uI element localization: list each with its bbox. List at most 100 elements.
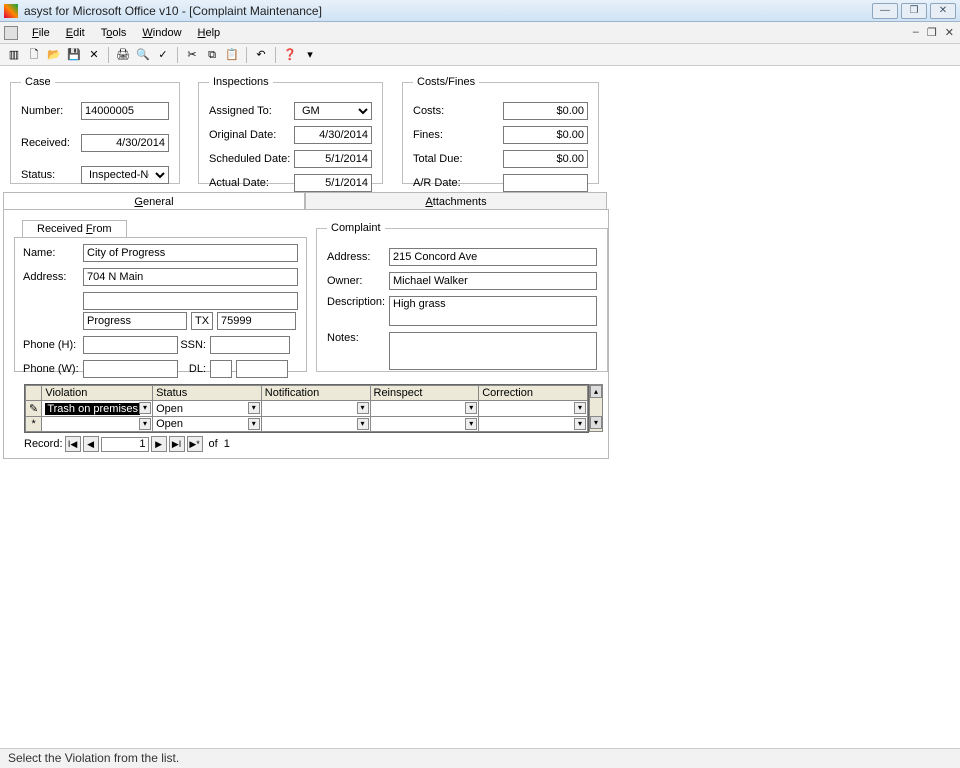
- fines-label: Fines:: [413, 129, 473, 141]
- assigned-select[interactable]: GM: [294, 102, 372, 120]
- dropdown-icon[interactable]: ▾: [357, 402, 369, 414]
- form-icon: [4, 26, 18, 40]
- dropdown-icon[interactable]: ▾: [248, 418, 260, 430]
- ar-date-input[interactable]: [503, 174, 588, 192]
- original-date-label: Original Date:: [209, 129, 294, 141]
- nav-first-icon[interactable]: I◀: [65, 436, 81, 452]
- tab-received-from[interactable]: Received From: [22, 220, 127, 237]
- copy-icon[interactable]: ⧉: [204, 47, 220, 63]
- workspace: Case Number: Received: Status: Inspected…: [0, 66, 960, 746]
- case-legend: Case: [21, 76, 55, 88]
- rf-state-input[interactable]: [191, 312, 213, 330]
- menu-help[interactable]: Help: [190, 25, 229, 41]
- dropdown-icon[interactable]: ▾: [465, 402, 477, 414]
- col-reinspect[interactable]: Reinspect: [370, 386, 479, 401]
- status-bar: Select the Violation from the list.: [0, 748, 960, 768]
- comp-desc-input[interactable]: [389, 296, 597, 326]
- dropdown-icon[interactable]: ▾: [465, 418, 477, 430]
- close-button[interactable]: ✕: [930, 3, 956, 19]
- rf-phonew-input[interactable]: [83, 360, 178, 378]
- nav-last-icon[interactable]: ▶I: [169, 436, 185, 452]
- costs-input[interactable]: [503, 102, 588, 120]
- col-notification[interactable]: Notification: [261, 386, 370, 401]
- menu-tools[interactable]: Tools: [93, 25, 135, 41]
- dropdown-icon[interactable]: ▾: [574, 418, 586, 430]
- rf-ssn-input[interactable]: [210, 336, 290, 354]
- comp-address-input[interactable]: [389, 248, 597, 266]
- comp-notes-label: Notes:: [327, 332, 389, 344]
- cell-status[interactable]: Open: [156, 418, 183, 430]
- dropdown-icon[interactable]: ▾: [302, 47, 318, 63]
- cut-icon[interactable]: ✂: [184, 47, 200, 63]
- complaint-legend: Complaint: [327, 222, 385, 234]
- total-due-input[interactable]: [503, 150, 588, 168]
- rf-phoneh-input[interactable]: [83, 336, 178, 354]
- delete-icon[interactable]: ✕: [86, 47, 102, 63]
- row-selector-icon[interactable]: ✎: [26, 401, 42, 417]
- rf-city-input[interactable]: [83, 312, 187, 330]
- rf-dl2-input[interactable]: [236, 360, 288, 378]
- rf-address2-input[interactable]: [83, 292, 298, 310]
- rf-address1-input[interactable]: [83, 268, 298, 286]
- comp-owner-input[interactable]: [389, 272, 597, 290]
- dropdown-icon[interactable]: ▾: [357, 418, 369, 430]
- case-received-input[interactable]: [81, 134, 169, 152]
- record-position-input[interactable]: [101, 437, 149, 452]
- minimize-button[interactable]: —: [872, 3, 898, 19]
- undo-icon[interactable]: ↶: [253, 47, 269, 63]
- tool-grid-icon[interactable]: ▥: [6, 47, 22, 63]
- rf-dl1-input[interactable]: [210, 360, 232, 378]
- mdi-restore-icon[interactable]: ❐: [927, 26, 937, 39]
- rf-zip-input[interactable]: [217, 312, 296, 330]
- rf-name-input[interactable]: [83, 244, 298, 262]
- menu-edit[interactable]: Edit: [58, 25, 93, 41]
- paste-icon[interactable]: 📋: [224, 47, 240, 63]
- fines-input[interactable]: [503, 126, 588, 144]
- mdi-close-icon[interactable]: ✕: [945, 26, 954, 39]
- comp-owner-label: Owner:: [327, 275, 389, 287]
- cell-status[interactable]: Open: [156, 403, 183, 415]
- cell-violation[interactable]: Trash on premises: [45, 403, 140, 415]
- maximize-button[interactable]: ❐: [901, 3, 927, 19]
- tab-general[interactable]: General: [3, 192, 305, 210]
- open-icon[interactable]: 📂: [46, 47, 62, 63]
- case-status-select[interactable]: Inspected-Notic: [81, 166, 169, 184]
- print-icon[interactable]: 🖨: [115, 47, 131, 63]
- dropdown-icon[interactable]: ▾: [139, 402, 151, 414]
- col-status[interactable]: Status: [153, 386, 262, 401]
- new-icon[interactable]: 🗋: [26, 47, 42, 63]
- scheduled-date-label: Scheduled Date:: [209, 153, 294, 165]
- tab-attachments[interactable]: Attachments: [305, 192, 607, 210]
- nav-new-icon[interactable]: ▶*: [187, 436, 203, 452]
- scroll-up-icon[interactable]: ▴: [590, 385, 602, 398]
- actual-date-input[interactable]: [294, 174, 372, 192]
- original-date-input[interactable]: [294, 126, 372, 144]
- case-number-input[interactable]: [81, 102, 169, 120]
- scroll-down-icon[interactable]: ▾: [590, 416, 602, 429]
- scheduled-date-input[interactable]: [294, 150, 372, 168]
- costs-legend: Costs/Fines: [413, 76, 479, 88]
- dropdown-icon[interactable]: ▾: [139, 418, 151, 430]
- spellcheck-icon[interactable]: ✓: [155, 47, 171, 63]
- print-preview-icon[interactable]: 🔍: [135, 47, 151, 63]
- costs-label: Costs:: [413, 105, 473, 117]
- col-correction[interactable]: Correction: [479, 386, 588, 401]
- new-row-icon[interactable]: *: [26, 417, 42, 432]
- nav-prev-icon[interactable]: ◀: [83, 436, 99, 452]
- grid-scrollbar[interactable]: ▴ ▾: [589, 384, 603, 432]
- comp-notes-input[interactable]: [389, 332, 597, 370]
- nav-next-icon[interactable]: ▶: [151, 436, 167, 452]
- menu-window[interactable]: Window: [134, 25, 189, 41]
- grid-new-row[interactable]: * ▾ Open ▾ ▾ ▾ ▾: [26, 417, 588, 432]
- rf-ssn-label: SSN:: [178, 339, 210, 351]
- dropdown-icon[interactable]: ▾: [574, 402, 586, 414]
- grid-row[interactable]: ✎ Trash on premises▾ Open▾ ▾ ▾ ▾: [26, 401, 588, 417]
- help-pointer-icon[interactable]: ❓: [282, 47, 298, 63]
- menu-file[interactable]: File: [24, 25, 58, 41]
- mdi-minimize-icon[interactable]: –: [913, 26, 919, 39]
- save-icon[interactable]: 💾: [66, 47, 82, 63]
- col-violation[interactable]: Violation: [42, 386, 153, 401]
- violation-grid[interactable]: Violation Status Notification Reinspect …: [24, 384, 589, 433]
- dropdown-icon[interactable]: ▾: [248, 402, 260, 414]
- toolbar: ▥ 🗋 📂 💾 ✕ 🖨 🔍 ✓ ✂ ⧉ 📋 ↶ ❓ ▾: [0, 44, 960, 66]
